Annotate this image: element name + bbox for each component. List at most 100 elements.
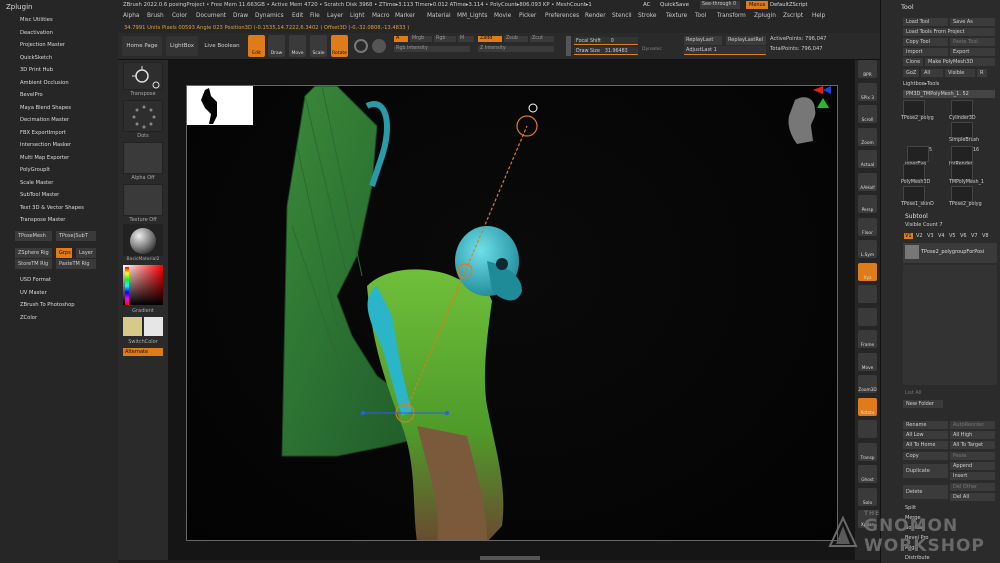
move-button[interactable]: Move [289, 35, 306, 57]
material-sphere-icon[interactable] [372, 39, 386, 53]
menu-color[interactable]: Color [172, 13, 187, 19]
tool-thumbnail[interactable] [903, 186, 925, 202]
see-through-slider[interactable]: See-through 0 [700, 1, 740, 9]
zplugin-item[interactable]: Intersection Masker [20, 142, 71, 148]
tool-thumbnail[interactable] [907, 146, 929, 162]
zplugin-item[interactable]: UV Master [20, 290, 47, 296]
m-button[interactable]: M [458, 36, 474, 42]
visible-count-slider[interactable]: Visible Count 7 [905, 222, 943, 228]
subtool-visibility-v7[interactable]: V7 [970, 233, 979, 239]
all-to-target-button[interactable]: All To Target [950, 441, 995, 449]
zsub-button[interactable]: Zsub [504, 36, 528, 42]
home-page-button[interactable]: Home Page [122, 36, 162, 56]
delete-button[interactable]: Delete [903, 485, 948, 499]
secondary-color-swatch[interactable] [144, 317, 163, 336]
view-icon-spix-3[interactable]: SPix 3 [858, 82, 877, 101]
ac-label[interactable]: AC [643, 2, 651, 8]
view-icon-rotate[interactable]: Rotate [858, 397, 877, 416]
menu-marker[interactable]: Marker [395, 13, 415, 19]
view-icon-l-sym[interactable]: L.Sym [858, 240, 877, 258]
hue-strip[interactable] [125, 267, 129, 305]
edit-button[interactable]: Edit [248, 35, 265, 57]
replay-last-button[interactable]: ReplayLast [684, 36, 722, 45]
lightbox-tools-link[interactable]: Lightbox▸Tools [903, 81, 939, 87]
insert-button[interactable]: Insert [950, 472, 995, 480]
transpose-tile[interactable] [123, 62, 163, 90]
goz-button[interactable]: GoZ [903, 69, 919, 77]
view-icon-transp[interactable]: Transp [858, 442, 877, 461]
load-tool-button[interactable]: Load Tool [903, 18, 948, 26]
zplugin-item[interactable]: FBX ExportImport [20, 130, 66, 136]
zplugin-button[interactable]: TPoseMesh [15, 231, 52, 241]
view-icon-xyz[interactable]: Xyz [858, 262, 877, 281]
subtool-visibility-v1[interactable]: V1 [904, 233, 913, 239]
zplugin-item[interactable]: Projection Master [20, 42, 65, 48]
view-icon-persp[interactable]: Persp [858, 195, 877, 213]
tool-thumbnail[interactable] [903, 164, 925, 180]
zplugin-item[interactable]: ZBrush To Photoshop [20, 302, 75, 308]
alpha-tile[interactable] [123, 142, 163, 174]
zplugin-item[interactable]: SubTool Master [20, 192, 59, 198]
draw-size-slider[interactable]: Draw Size 31.96483 [574, 47, 638, 55]
zplugin-button[interactable]: Layer [76, 248, 96, 258]
zplugin-item[interactable]: 3D Print Hub [20, 67, 53, 73]
zcut-button[interactable]: Zcut [530, 36, 554, 42]
auto-reorder-button[interactable]: AutoReorder [950, 421, 995, 429]
a-button[interactable]: A [394, 36, 408, 42]
zadd-button[interactable]: Zadd [478, 36, 502, 42]
subtool-visibility-v5[interactable]: V5 [948, 233, 957, 239]
list-all-button[interactable]: List All [905, 390, 922, 396]
view-icon-blank[interactable] [858, 420, 877, 438]
menu-file[interactable]: File [310, 13, 320, 19]
tool-thumbnail[interactable] [951, 164, 973, 180]
del-other-button[interactable]: Del Other [950, 483, 995, 491]
view-icon-bpr[interactable]: BPR [858, 60, 877, 78]
r-button[interactable]: R [977, 69, 987, 77]
clone-button[interactable]: Clone [903, 58, 923, 66]
subtool-visibility-v6[interactable]: V6 [959, 233, 968, 239]
zplugin-item[interactable]: Deactivation [20, 30, 53, 36]
focal-shift-slider[interactable]: Focal Shift 0 [574, 37, 638, 45]
draw-button[interactable]: Draw [268, 35, 285, 57]
tool-thumbnail[interactable] [903, 100, 925, 116]
import-button[interactable]: Import [903, 48, 948, 56]
z-intensity-slider[interactable]: Z Intensity [478, 46, 554, 52]
quicksave-button[interactable]: QuickSave [660, 2, 689, 8]
save-as-button[interactable]: Save As [950, 18, 995, 26]
default-zscript-button[interactable]: DefaultZScript [770, 2, 808, 8]
rotate-sphere-icon[interactable] [354, 39, 368, 53]
dots-stroke-tile[interactable] [123, 100, 163, 132]
zplugin-item[interactable]: Scale Master [20, 180, 53, 186]
append-button[interactable]: Append [950, 462, 995, 470]
document-viewport[interactable] [186, 85, 838, 541]
view-icon-ghost[interactable]: Ghost [858, 465, 877, 483]
scale-button[interactable]: Scale [310, 35, 327, 57]
copy-button[interactable]: Copy [903, 452, 948, 460]
rgb-intensity-slider[interactable]: Rgb Intensity [394, 46, 470, 52]
menu-light[interactable]: Light [350, 13, 364, 19]
adjust-last-slider[interactable]: AdjustLast 1 [684, 46, 766, 55]
zplugin-button[interactable]: StoreTM Rig [15, 259, 52, 269]
dynamic-button[interactable]: Dynamic [642, 47, 662, 52]
zplugin-item[interactable]: USD Format [20, 277, 51, 283]
mrgb-button[interactable]: Mrgb [410, 36, 432, 42]
zplugin-item[interactable]: Ambient Occlusion [20, 80, 69, 86]
menu-material[interactable]: Material [427, 13, 451, 19]
zplugin-item[interactable]: Transpose Master [20, 217, 65, 223]
all-high-button[interactable]: All High [950, 431, 995, 439]
subtool-visibility-v4[interactable]: V4 [937, 233, 946, 239]
menu-picker[interactable]: Picker [519, 13, 536, 19]
view-icon-aahalf[interactable]: AAHalf [858, 172, 877, 191]
zplugin-title[interactable]: Zplugin [6, 3, 32, 11]
view-icon-move[interactable]: Move [858, 352, 877, 371]
all-button[interactable]: All [921, 69, 943, 77]
switch-color-button[interactable]: SwitchColor [123, 339, 163, 345]
menu-edit[interactable]: Edit [292, 13, 303, 19]
load-tools-from-project-button[interactable]: Load Tools From Project [903, 28, 995, 36]
menu-zplugin[interactable]: Zplugin [754, 13, 776, 19]
view-icon-zoom3d[interactable]: Zoom3D [858, 375, 877, 393]
view-cube-head-icon[interactable] [777, 86, 837, 156]
bottom-collapse-handle[interactable] [480, 556, 540, 560]
zplugin-item[interactable]: QuickSketch [20, 55, 52, 61]
menu-alpha[interactable]: Alpha [123, 13, 139, 19]
